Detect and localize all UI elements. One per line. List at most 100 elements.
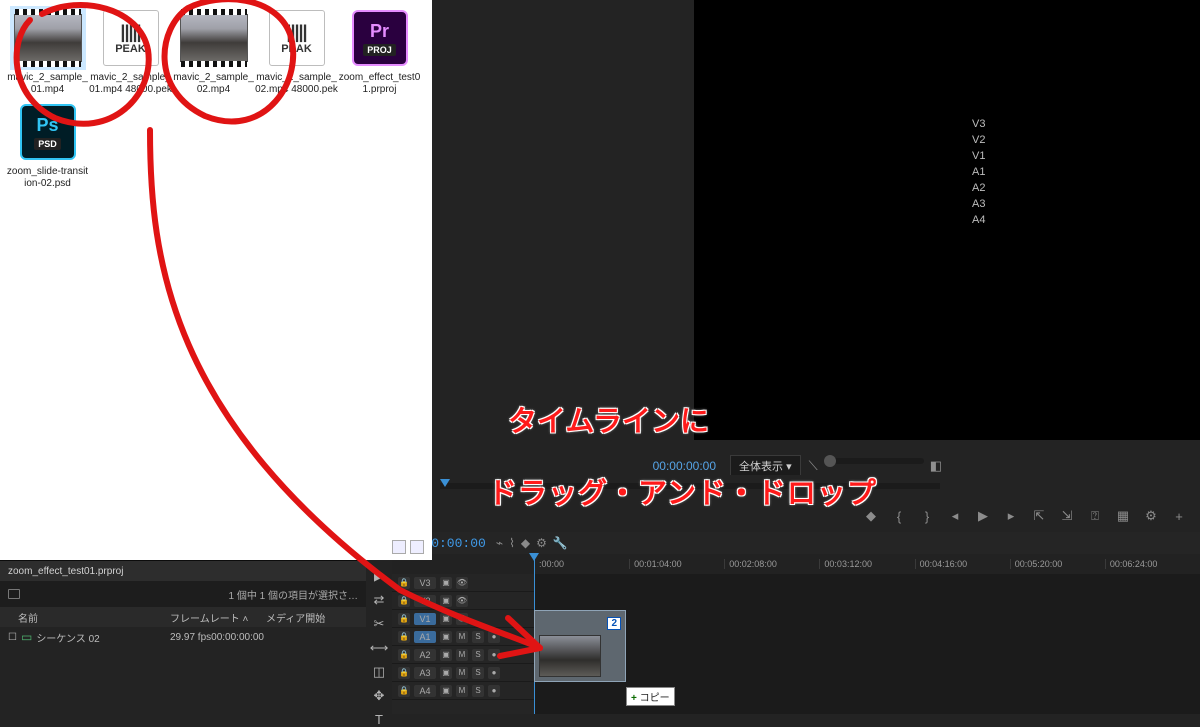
column-framerate[interactable]: フレームレート ˄ [170,610,266,625]
file-label: mavic_2_sample_02.mp4 48000.pek [255,72,338,96]
program-monitor: V3 V2 V1 A1 A2 A3 A4 [432,0,1200,440]
channel-labels: V3 V2 V1 A1 A2 A3 A4 [972,116,985,228]
duplicate-badge: 2 [607,617,621,630]
column-name[interactable]: 名前 [0,610,170,625]
project-panel-tab[interactable]: zoom_effect_test01.prproj [0,561,366,581]
checkbox[interactable]: ☐ [8,632,17,643]
razor-tool-icon[interactable]: ✂ [370,616,388,632]
zoom-slider[interactable] [824,458,924,464]
premiere-project-icon: PrPROJ [352,10,408,66]
settings-icon[interactable]: ⚙ [1142,507,1160,525]
step-forward-icon[interactable]: ▸ [1002,507,1020,525]
lock-icon[interactable] [398,577,410,589]
mute-icon[interactable]: M [456,667,468,679]
program-monitor-view[interactable]: V3 V2 V1 A1 A2 A3 A4 [694,0,1200,440]
voiceover-icon[interactable]: ● [488,631,500,643]
timeline-header: 00:00:00:00 ⌁ ⌇ ◆ ⚙ 🔧 [392,532,1200,554]
mute-icon[interactable]: M [456,685,468,697]
project-item-row[interactable]: ☐▭シーケンス 02 29.97 fps 00:00:00:00 [0,627,366,647]
list-view-icon[interactable] [392,540,406,554]
timeline-ruler[interactable]: :00:00 00:01:04:00 00:02:08:00 00:03:12:… [392,554,1200,574]
bin-icon[interactable] [8,589,20,599]
playhead-icon[interactable] [440,479,450,487]
play-icon[interactable]: ▶ [974,507,992,525]
sync-lock-icon[interactable]: ▣ [440,685,452,697]
track-header-a2[interactable]: A2▣MS● [392,646,534,664]
eye-icon[interactable] [456,595,468,607]
zoom-handle-icon[interactable]: ◧ [930,458,942,474]
solo-icon[interactable]: S [472,685,484,697]
sync-lock-icon[interactable]: ▣ [440,631,452,643]
pen-tool-icon[interactable]: ◫ [370,664,388,680]
selection-tool-icon[interactable]: ▶ [370,568,388,584]
hand-tool-icon[interactable]: ✥ [370,688,388,704]
file-item-video[interactable]: mavic_2_sample_02.mp4 [172,8,255,96]
lock-icon[interactable] [398,667,410,679]
file-item-prproj[interactable]: PrPROJ zoom_effect_test01.prproj [338,8,421,96]
file-label: mavic_2_sample_01.mp4 48000.pek [89,72,172,96]
thumbnail-view-icon[interactable] [410,540,424,554]
track-header-v1[interactable]: V1▣ [392,610,534,628]
lock-icon[interactable] [398,595,410,607]
linked-selection-icon[interactable]: ⌇ [509,536,515,550]
file-browser-view-toggle[interactable] [392,540,424,554]
track-headers: V3▣ V2▣ V1▣ A1▣MS● A2▣MS● A3▣MS● A4▣MS● [392,574,534,714]
lock-icon[interactable] [398,631,410,643]
sync-lock-icon[interactable]: ▣ [440,613,452,625]
sync-lock-icon[interactable]: ▣ [440,595,452,607]
sync-lock-icon[interactable]: ▣ [440,667,452,679]
lift-icon[interactable]: ⇱ [1030,507,1048,525]
extract-icon[interactable]: ⇲ [1058,507,1076,525]
track-header-v2[interactable]: V2▣ [392,592,534,610]
voiceover-icon[interactable]: ● [488,649,500,661]
snap-icon[interactable]: ⌁ [496,536,503,550]
export-frame-icon[interactable]: ⍰ [1086,507,1104,525]
file-item-psd[interactable]: PsPSD zoom_slide-transition-02.psd [6,102,89,190]
file-label: mavic_2_sample_01.mp4 [6,72,89,96]
project-panel-info: 1 個中 1 個の項目が選択さ… [0,581,366,607]
voiceover-icon[interactable]: ● [488,685,500,697]
track-header-a3[interactable]: A3▣MS● [392,664,534,682]
track-header-v3[interactable]: V3▣ [392,574,534,592]
step-back-icon[interactable]: ◂ [946,507,964,525]
file-label: zoom_effect_test01.prproj [338,72,421,96]
solo-icon[interactable]: S [472,631,484,643]
file-item-peak[interactable]: |||||PEAK mavic_2_sample_01.mp4 48000.pe… [89,8,172,96]
mark-in-icon[interactable]: { [890,507,908,525]
video-thumb-icon [14,14,82,62]
timeline-tools: ▶ ⇄ ✂ ⟷ ◫ ✥ T [366,560,392,714]
track-select-tool-icon[interactable]: ⇄ [370,592,388,608]
file-item-video[interactable]: mavic_2_sample_01.mp4 [6,8,89,96]
annotation-line-1: タイムラインに [508,398,709,440]
eye-icon[interactable] [456,613,468,625]
track-header-a4[interactable]: A4▣MS● [392,682,534,700]
solo-icon[interactable]: S [472,667,484,679]
mark-out-icon[interactable]: } [918,507,936,525]
mute-icon[interactable]: M [456,631,468,643]
file-item-peak[interactable]: |||||PEAK mavic_2_sample_02.mp4 48000.pe… [255,8,338,96]
photoshop-file-icon: PsPSD [20,104,76,160]
drop-copy-hint: コピー [626,687,675,706]
solo-icon[interactable]: S [472,649,484,661]
more-icon[interactable]: + [1170,507,1188,525]
slip-tool-icon[interactable]: ⟷ [370,640,388,656]
track-header-a1[interactable]: A1▣MS● [392,628,534,646]
settings-icon[interactable]: ⚙ [536,536,547,550]
type-tool-icon[interactable]: T [370,712,388,727]
wrench-icon[interactable]: 🔧 [553,536,568,550]
eye-icon[interactable] [456,577,468,589]
safe-margins-icon[interactable]: ▦ [1114,507,1132,525]
video-thumb-icon [180,14,248,62]
mute-icon[interactable]: M [456,649,468,661]
clip-thumb-icon [539,635,601,677]
sync-lock-icon[interactable]: ▣ [440,577,452,589]
source-monitor-placeholder [432,0,694,440]
marker-icon[interactable]: ◆ [521,536,530,550]
lock-icon[interactable] [398,685,410,697]
file-label: zoom_slide-transition-02.psd [6,166,89,190]
sync-lock-icon[interactable]: ▣ [440,649,452,661]
column-media-start[interactable]: メディア開始 [266,610,325,625]
lock-icon[interactable] [398,649,410,661]
voiceover-icon[interactable]: ● [488,667,500,679]
lock-icon[interactable] [398,613,410,625]
